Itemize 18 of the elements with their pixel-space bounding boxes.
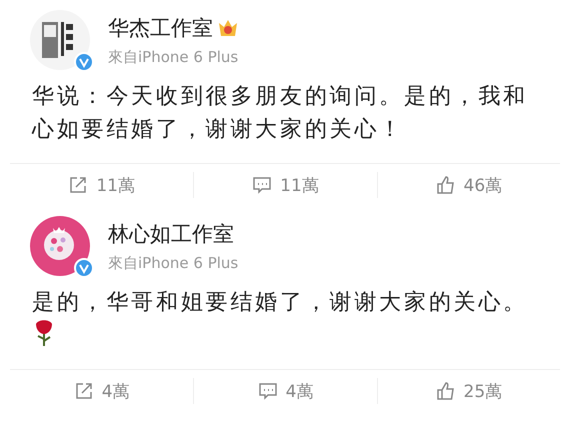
comment-icon — [258, 381, 278, 401]
action-button[interactable]: 11萬 — [193, 172, 377, 198]
post-text: 是的，华哥和姐要结婚了，谢谢大家的关心。 — [31, 289, 529, 317]
action-button[interactable]: 4萬 — [193, 378, 377, 404]
post-text: 华说：今天收到很多朋友的询问。是的，我和心如要结婚了，谢谢大家的关心！ — [30, 83, 529, 144]
action-button[interactable]: 4萬 — [10, 378, 194, 404]
action-button[interactable]: 46萬 — [376, 172, 560, 198]
action-button[interactable]: 11萬 — [10, 172, 194, 198]
post-source: 來自iPhone 6 Plus — [108, 48, 239, 66]
account-name[interactable]: 华杰工作室 — [108, 14, 213, 42]
comment-icon — [252, 175, 272, 195]
thumbs-up-icon — [436, 381, 456, 401]
action-button[interactable]: 25萬 — [376, 378, 560, 404]
share-icon — [68, 175, 88, 195]
post-source: 來自iPhone 6 Plus — [108, 254, 238, 272]
account-name[interactable]: 林心如工作室 — [108, 220, 234, 248]
thumbs-up-icon — [436, 175, 456, 195]
share-icon — [74, 381, 94, 401]
